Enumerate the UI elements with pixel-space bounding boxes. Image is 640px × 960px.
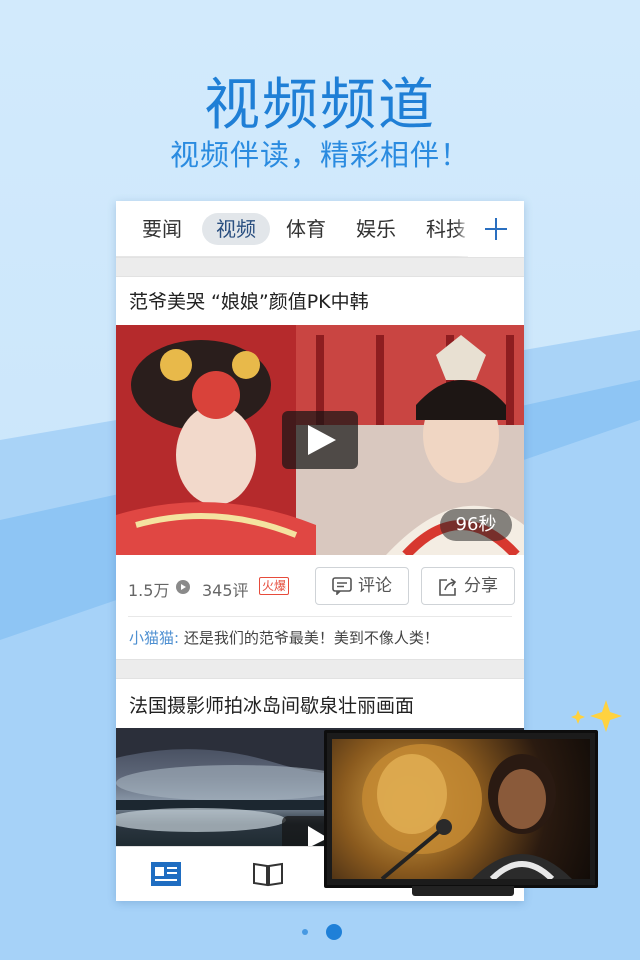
- add-channel-button[interactable]: [468, 201, 524, 257]
- comment-button[interactable]: 评论: [315, 567, 409, 605]
- plus-icon: [485, 218, 507, 240]
- page-dot[interactable]: [302, 929, 308, 935]
- top-comment: 小猫猫: 还是我们的范爷最美！美到不像人类！: [129, 627, 439, 648]
- channel-tabs: 要闻 视频 体育 娱乐 科技: [116, 201, 524, 257]
- tab-tech[interactable]: 科技: [418, 213, 474, 245]
- sparkle-icon: [571, 700, 622, 732]
- tv-screen-art: [362, 744, 572, 879]
- share-button-label: 分享: [464, 576, 498, 596]
- comment-button-label: 评论: [358, 576, 392, 596]
- comment-count: 345评: [202, 581, 249, 600]
- comment-icon: [332, 577, 352, 595]
- tab-video[interactable]: 视频: [202, 213, 270, 245]
- tab-sports[interactable]: 体育: [278, 213, 334, 245]
- tv-stand: [412, 886, 514, 896]
- share-button[interactable]: 分享: [421, 567, 515, 605]
- feed-separator: [116, 659, 524, 679]
- hot-badge: 火爆: [259, 577, 290, 595]
- news-icon[interactable]: [151, 862, 181, 886]
- feed-separator: [116, 257, 524, 277]
- promo-subline: 视频伴读，精彩相伴！: [169, 138, 470, 172]
- play-count-icon: [176, 580, 190, 594]
- book-icon[interactable]: [252, 861, 284, 887]
- divider: [128, 616, 512, 617]
- share-icon: [439, 578, 457, 596]
- video-duration: 96秒: [455, 514, 497, 535]
- feed-item-title[interactable]: 范爷美哭 “娘娘”颜值PK中韩: [129, 287, 369, 314]
- promo-headline: 视频频道: [204, 73, 436, 138]
- comment-text: 还是我们的范爷最美！美到不像人类！: [183, 629, 439, 647]
- tv-overlay: [324, 730, 598, 888]
- comment-user[interactable]: 小猫猫:: [129, 629, 179, 647]
- tab-yaowen[interactable]: 要闻: [134, 213, 190, 245]
- feed-item-title[interactable]: 法国摄影师拍冰岛间歇泉壮丽画面: [129, 691, 414, 718]
- tab-entertainment[interactable]: 娱乐: [348, 213, 404, 245]
- view-count: 1.5万: [128, 581, 170, 600]
- page-indicator: [0, 924, 640, 940]
- tv-screen: [332, 739, 590, 879]
- video-thumbnail[interactable]: 96秒: [116, 325, 524, 555]
- page-dot-active[interactable]: [326, 924, 342, 940]
